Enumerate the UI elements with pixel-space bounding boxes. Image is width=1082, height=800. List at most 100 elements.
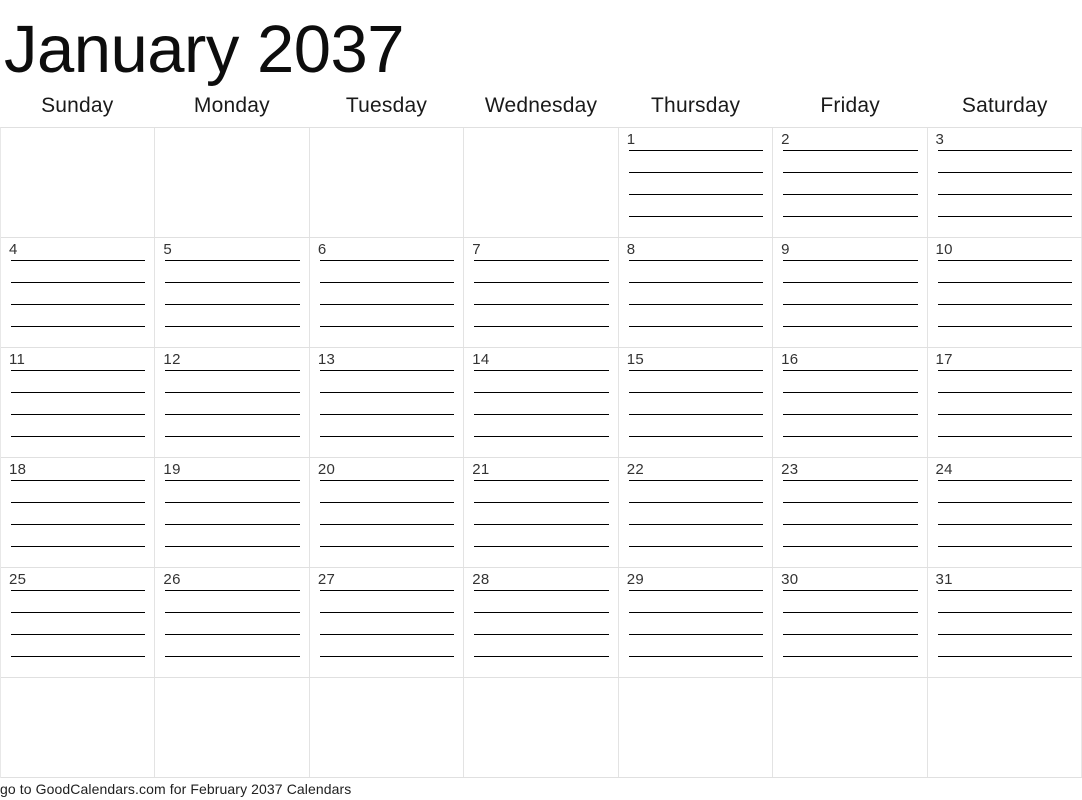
note-write-line[interactable]	[783, 634, 918, 635]
note-write-line[interactable]	[783, 436, 918, 437]
calendar-day-cell[interactable]: 4	[1, 238, 156, 347]
note-write-line[interactable]	[11, 370, 146, 371]
note-write-line[interactable]	[628, 414, 764, 415]
calendar-day-cell[interactable]: 16	[773, 348, 928, 457]
calendar-day-cell[interactable]: 24	[928, 458, 1082, 567]
note-write-line[interactable]	[783, 150, 918, 151]
calendar-day-cell[interactable]: 30	[773, 568, 928, 677]
note-write-line[interactable]	[165, 590, 300, 591]
calendar-day-cell[interactable]: 2	[773, 128, 928, 237]
note-write-line[interactable]	[937, 436, 1072, 437]
calendar-day-cell[interactable]: 17	[928, 348, 1082, 457]
note-write-line[interactable]	[628, 546, 764, 547]
note-write-line[interactable]	[319, 612, 455, 613]
note-write-line[interactable]	[474, 590, 609, 591]
note-write-line[interactable]	[11, 326, 146, 327]
note-write-line[interactable]	[937, 194, 1072, 195]
note-write-line[interactable]	[783, 612, 918, 613]
note-write-line[interactable]	[783, 392, 918, 393]
calendar-day-cell[interactable]: 7	[464, 238, 619, 347]
calendar-day-cell[interactable]: 23	[773, 458, 928, 567]
note-write-line[interactable]	[165, 436, 300, 437]
note-write-line[interactable]	[783, 326, 918, 327]
note-write-line[interactable]	[937, 546, 1072, 547]
note-write-line[interactable]	[783, 414, 918, 415]
note-write-line[interactable]	[783, 260, 918, 261]
note-write-line[interactable]	[11, 260, 146, 261]
note-write-line[interactable]	[628, 216, 764, 217]
note-write-line[interactable]	[628, 502, 764, 503]
note-write-line[interactable]	[165, 260, 300, 261]
note-write-line[interactable]	[937, 502, 1072, 503]
note-write-line[interactable]	[937, 612, 1072, 613]
calendar-day-cell[interactable]: 20	[310, 458, 465, 567]
note-write-line[interactable]	[165, 656, 300, 657]
note-write-line[interactable]	[628, 194, 764, 195]
note-write-line[interactable]	[474, 502, 609, 503]
calendar-day-cell[interactable]: 29	[619, 568, 774, 677]
note-write-line[interactable]	[165, 480, 300, 481]
note-write-line[interactable]	[937, 172, 1072, 173]
note-write-line[interactable]	[11, 392, 146, 393]
calendar-day-cell[interactable]: 15	[619, 348, 774, 457]
calendar-day-cell[interactable]: 10	[928, 238, 1082, 347]
note-write-line[interactable]	[783, 216, 918, 217]
note-write-line[interactable]	[474, 282, 609, 283]
note-write-line[interactable]	[937, 414, 1072, 415]
note-write-line[interactable]	[474, 260, 609, 261]
note-write-line[interactable]	[628, 480, 764, 481]
note-write-line[interactable]	[11, 524, 146, 525]
calendar-day-cell[interactable]: 27	[310, 568, 465, 677]
calendar-day-cell[interactable]: 22	[619, 458, 774, 567]
note-write-line[interactable]	[937, 392, 1072, 393]
note-write-line[interactable]	[319, 392, 455, 393]
note-write-line[interactable]	[783, 524, 918, 525]
note-write-line[interactable]	[319, 656, 455, 657]
note-write-line[interactable]	[165, 370, 300, 371]
note-write-line[interactable]	[474, 326, 609, 327]
note-write-line[interactable]	[937, 282, 1072, 283]
note-write-line[interactable]	[628, 392, 764, 393]
calendar-day-cell[interactable]: 19	[155, 458, 310, 567]
calendar-day-cell[interactable]: 18	[1, 458, 156, 567]
note-write-line[interactable]	[11, 282, 146, 283]
calendar-day-cell[interactable]: 8	[619, 238, 774, 347]
note-write-line[interactable]	[937, 634, 1072, 635]
note-write-line[interactable]	[319, 502, 455, 503]
note-write-line[interactable]	[319, 546, 455, 547]
note-write-line[interactable]	[474, 634, 609, 635]
note-write-line[interactable]	[165, 414, 300, 415]
note-write-line[interactable]	[11, 634, 146, 635]
calendar-day-cell[interactable]: 21	[464, 458, 619, 567]
note-write-line[interactable]	[319, 634, 455, 635]
note-write-line[interactable]	[937, 480, 1072, 481]
note-write-line[interactable]	[628, 282, 764, 283]
note-write-line[interactable]	[937, 370, 1072, 371]
note-write-line[interactable]	[783, 194, 918, 195]
note-write-line[interactable]	[628, 634, 764, 635]
calendar-day-cell[interactable]: 11	[1, 348, 156, 457]
calendar-day-cell[interactable]: 12	[155, 348, 310, 457]
note-write-line[interactable]	[937, 524, 1072, 525]
note-write-line[interactable]	[165, 634, 300, 635]
note-write-line[interactable]	[11, 612, 146, 613]
calendar-day-cell[interactable]: 5	[155, 238, 310, 347]
note-write-line[interactable]	[474, 370, 609, 371]
note-write-line[interactable]	[628, 524, 764, 525]
note-write-line[interactable]	[783, 304, 918, 305]
note-write-line[interactable]	[165, 612, 300, 613]
calendar-day-cell[interactable]: 13	[310, 348, 465, 457]
note-write-line[interactable]	[11, 502, 146, 503]
note-write-line[interactable]	[319, 414, 455, 415]
note-write-line[interactable]	[11, 436, 146, 437]
note-write-line[interactable]	[319, 480, 455, 481]
note-write-line[interactable]	[937, 326, 1072, 327]
note-write-line[interactable]	[319, 260, 455, 261]
note-write-line[interactable]	[937, 656, 1072, 657]
calendar-day-cell[interactable]: 9	[773, 238, 928, 347]
calendar-day-cell[interactable]: 28	[464, 568, 619, 677]
note-write-line[interactable]	[937, 304, 1072, 305]
note-write-line[interactable]	[783, 656, 918, 657]
note-write-line[interactable]	[783, 172, 918, 173]
note-write-line[interactable]	[628, 370, 764, 371]
